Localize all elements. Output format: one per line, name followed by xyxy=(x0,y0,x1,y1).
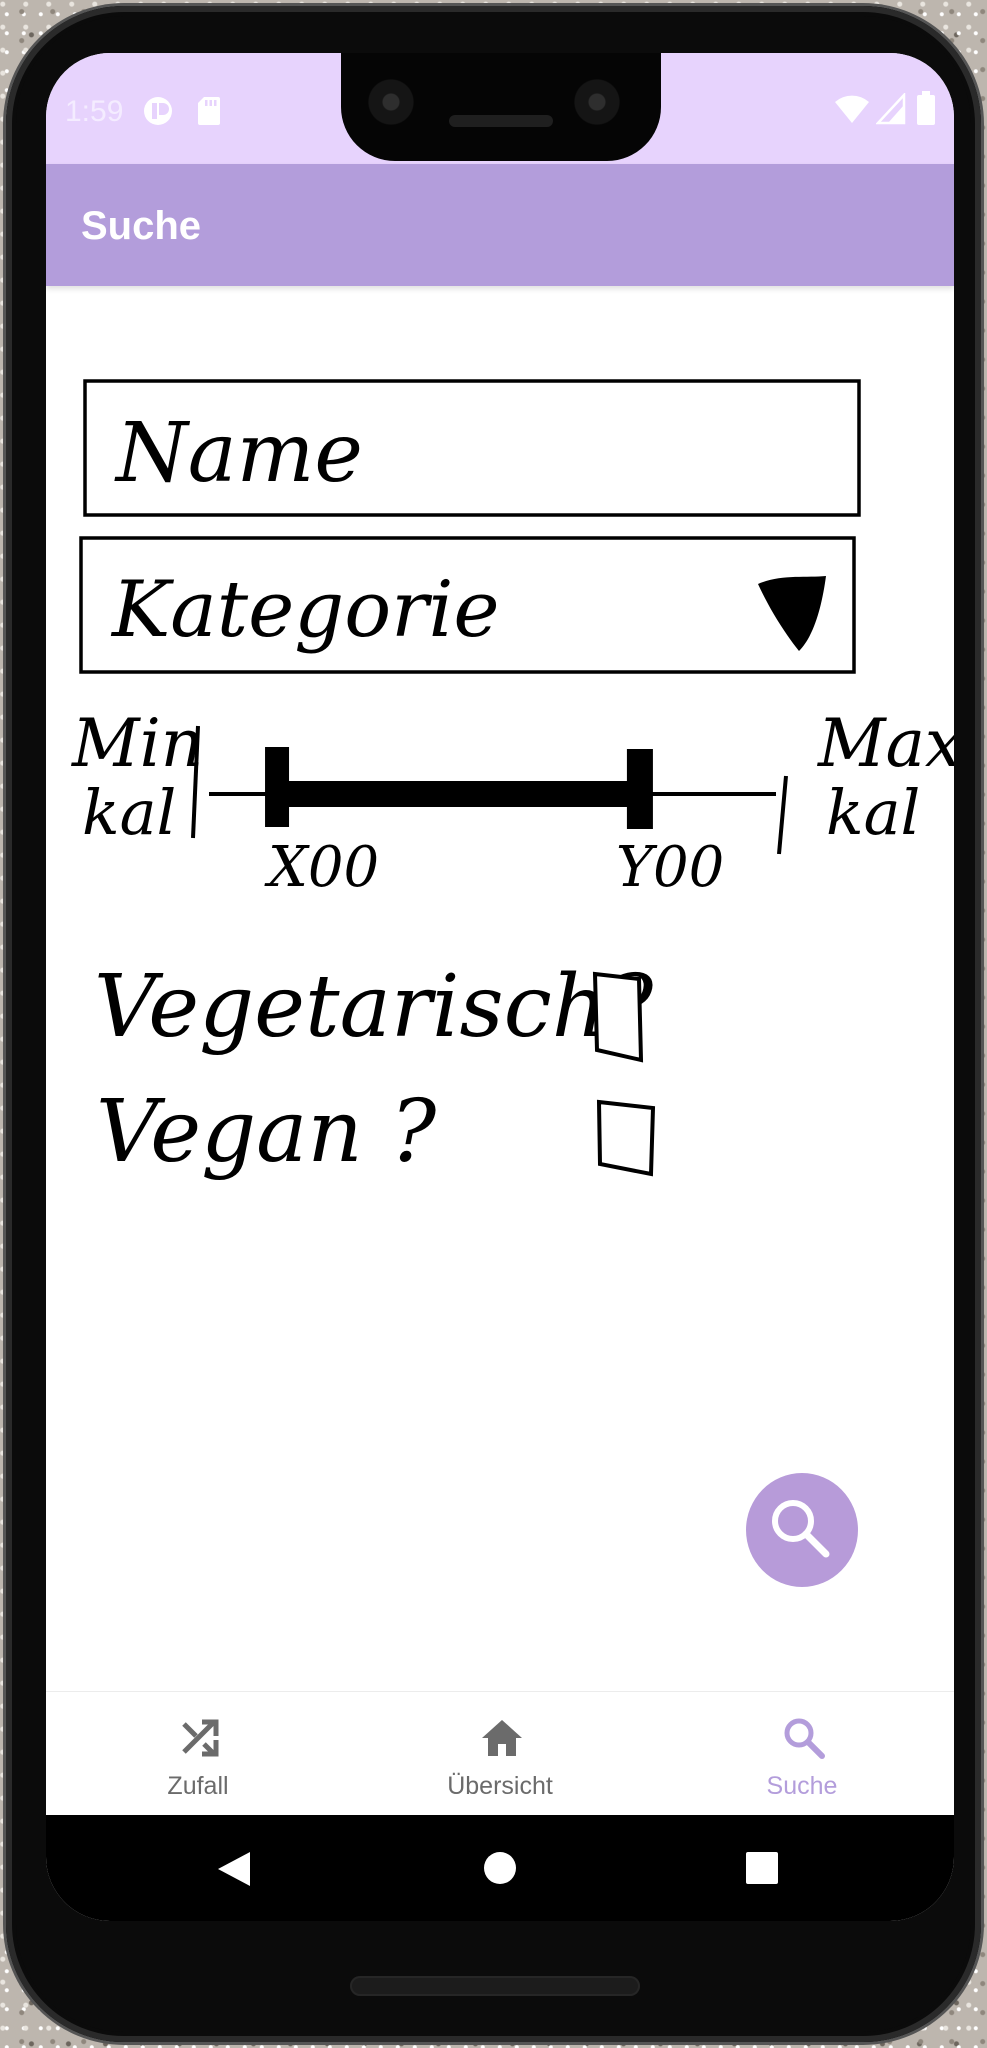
app-bar: Suche xyxy=(46,164,954,286)
slider-min-value: X00 xyxy=(264,835,379,900)
nav-label-suche: Suche xyxy=(766,1772,838,1800)
search-icon xyxy=(772,1500,830,1558)
bottom-navigation: Zufall Übersicht Suche xyxy=(46,1691,954,1816)
earpiece-speaker xyxy=(449,115,553,127)
camera-notch xyxy=(341,53,661,161)
max-label: Max xyxy=(817,705,954,782)
name-field-placeholder: Name xyxy=(114,406,363,501)
signal-icon xyxy=(875,91,906,130)
notification-app-icon xyxy=(142,95,174,132)
shuffle-icon xyxy=(182,1719,219,1757)
bottom-speaker xyxy=(350,1976,640,1996)
front-camera-left xyxy=(368,79,414,125)
vegan-checkbox[interactable] xyxy=(596,1099,656,1177)
status-bar: 1:59 xyxy=(46,53,954,164)
min-label: Min xyxy=(71,705,203,782)
search-icon xyxy=(784,1718,825,1759)
slider-max-tick xyxy=(777,775,788,855)
nav-item-suche[interactable]: Suche xyxy=(652,1692,952,1816)
recents-icon[interactable] xyxy=(745,1851,779,1885)
front-camera-right xyxy=(574,79,620,125)
phone-frame: 1:59 Suche Name Kategorie Min kal X00 Y0… xyxy=(6,6,981,2042)
system-navigation-bar xyxy=(46,1815,954,1921)
page-title: Suche xyxy=(81,204,202,248)
screen: 1:59 Suche Name Kategorie Min kal X00 Y0… xyxy=(46,53,954,1921)
category-dropdown[interactable]: Kategorie xyxy=(79,536,856,674)
back-icon[interactable] xyxy=(216,1850,252,1888)
wifi-icon xyxy=(834,93,870,130)
search-fab[interactable] xyxy=(746,1473,858,1587)
vegetarian-checkbox[interactable] xyxy=(592,971,644,1063)
max-kal-label: kal xyxy=(826,776,920,849)
vegan-label: Vegan ? xyxy=(96,1082,437,1182)
min-kal-label: kal xyxy=(82,776,176,849)
nav-item-uebersicht[interactable]: Übersicht xyxy=(350,1692,650,1816)
status-time: 1:59 xyxy=(65,95,124,128)
slider-thumb-min[interactable] xyxy=(265,747,290,827)
nav-label-uebersicht: Übersicht xyxy=(447,1772,553,1800)
home-button-icon[interactable] xyxy=(483,1851,517,1885)
slider-thumb-max[interactable] xyxy=(626,749,653,829)
nav-item-zufall[interactable]: Zufall xyxy=(48,1692,348,1816)
calorie-range-slider[interactable]: Min kal X00 Y00 Max kal xyxy=(71,705,954,900)
battery-icon xyxy=(916,91,936,130)
sd-card-icon xyxy=(196,95,222,132)
name-field[interactable]: Name xyxy=(83,379,861,517)
nav-label-zufall: Zufall xyxy=(167,1772,229,1800)
home-icon xyxy=(482,1720,522,1756)
slider-max-value: Y00 xyxy=(616,835,724,900)
category-dropdown-label: Kategorie xyxy=(110,565,500,655)
vegetarian-label: Vegetarisch? xyxy=(94,957,654,1057)
